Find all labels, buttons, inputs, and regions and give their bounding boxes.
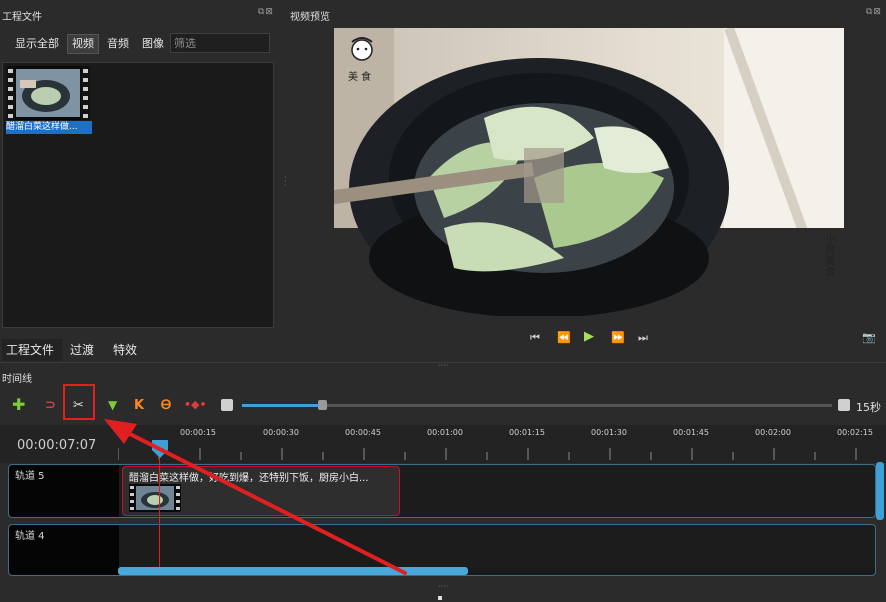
tab-project-files[interactable]: 工程文件 xyxy=(2,339,62,361)
vertical-splitter[interactable]: · · · xyxy=(284,174,287,190)
plus-icon[interactable]: ✚ xyxy=(12,395,25,414)
jump-end-icon[interactable]: Ꮎ xyxy=(161,398,171,413)
file-item[interactable]: 醋溜白菜这样做... xyxy=(6,66,92,136)
ruler-label: 00:01:00 xyxy=(427,428,463,437)
file-item-label: 醋溜白菜这样做... xyxy=(6,121,92,134)
magnet-icon[interactable]: ⊃ xyxy=(45,398,56,413)
zoom-in-icon[interactable] xyxy=(838,399,850,411)
scissors-icon[interactable]: ✂ xyxy=(73,398,84,413)
ruler-label: 00:02:15 xyxy=(837,428,873,437)
vertical-scrollbar[interactable] xyxy=(876,462,884,520)
zoom-slider-fill xyxy=(242,404,322,407)
project-files-title: 工程文件 xyxy=(2,12,42,23)
clip-thumbnail xyxy=(129,484,181,512)
tab-transitions[interactable]: 过渡 xyxy=(70,339,100,361)
project-files-list: 醋溜白菜这样做... xyxy=(2,62,274,328)
track-name: 轨道 5 xyxy=(15,471,45,482)
zoom-slider-handle[interactable] xyxy=(318,400,327,410)
jump-end-button[interactable]: ⏭ xyxy=(638,331,648,345)
horizontal-scrollbar-thumb[interactable] xyxy=(118,567,468,575)
track-header: 轨道 4 xyxy=(9,525,119,575)
ruler-label: 00:01:30 xyxy=(591,428,627,437)
marker-icon[interactable]: ▼ xyxy=(108,398,117,412)
ruler-label: 00:00:30 xyxy=(263,428,299,437)
video-clip[interactable]: 醋溜白菜这样做，好吃到爆，还特别下饭，厨房小白... xyxy=(122,466,400,516)
clip-title: 醋溜白菜这样做，好吃到爆，还特别下饭，厨房小白... xyxy=(129,473,369,484)
ruler-label: 00:01:15 xyxy=(509,428,545,437)
filter-video[interactable]: 视频 xyxy=(67,34,99,54)
zoom-out-icon[interactable] xyxy=(221,399,233,411)
bottom-grip[interactable]: ···· xyxy=(438,582,448,591)
ruler-label: 00:00:45 xyxy=(345,428,381,437)
jump-start-icon[interactable]: K xyxy=(134,398,144,413)
video-preview-title: 视频预览 xyxy=(290,12,330,23)
splitter-grip[interactable]: ···· xyxy=(438,361,448,370)
playhead-line xyxy=(159,458,160,576)
zoom-slider-track[interactable] xyxy=(322,404,832,407)
video-image: 美 食 小房美食 xyxy=(334,28,844,316)
ruler-label: 00:01:45 xyxy=(673,428,709,437)
track-name: 轨道 4 xyxy=(15,531,45,542)
ruler-ticks xyxy=(118,448,857,460)
filter-input[interactable]: 筛选 xyxy=(170,33,270,53)
camera-icon[interactable]: 📷 xyxy=(862,331,876,344)
project-dock-buttons[interactable]: ⧉⊠ xyxy=(258,7,274,17)
current-time: 00:00:07:07 xyxy=(17,438,97,453)
playhead-handle[interactable] xyxy=(150,440,170,460)
video-thumbnail xyxy=(6,66,90,120)
cursor-dot xyxy=(438,596,442,600)
preview-dock-buttons[interactable]: ⧉⊠ xyxy=(866,7,882,17)
timeline-title: 时间线 xyxy=(2,374,32,385)
track-header: 轨道 5 xyxy=(9,465,119,517)
play-button[interactable]: ▶ xyxy=(584,329,594,344)
center-playhead-icon[interactable]: •◆• xyxy=(184,398,207,411)
filter-show-all[interactable]: 显示全部 xyxy=(12,34,62,54)
filter-image[interactable]: 图像 xyxy=(139,34,167,54)
ruler-label: 00:02:00 xyxy=(755,428,791,437)
video-frame: 美 食 小房美食 xyxy=(334,28,844,316)
fast-forward-button[interactable]: ⏩ xyxy=(611,331,625,344)
watermark-side-text: 小房美食 xyxy=(824,233,837,278)
tab-effects[interactable]: 特效 xyxy=(113,339,143,361)
filter-audio[interactable]: 音频 xyxy=(104,34,132,54)
rewind-button[interactable]: ⏪ xyxy=(557,331,571,344)
jump-start-button[interactable]: ⏮ xyxy=(530,331,540,345)
watermark-top-text: 美 食 xyxy=(348,70,371,83)
track-5[interactable]: 轨道 5 醋溜白菜这样做，好吃到爆，还特别下饭，厨房小白... xyxy=(8,464,876,518)
zoom-label: 15秒 xyxy=(856,401,881,414)
ruler-label: 00:00:15 xyxy=(180,428,216,437)
